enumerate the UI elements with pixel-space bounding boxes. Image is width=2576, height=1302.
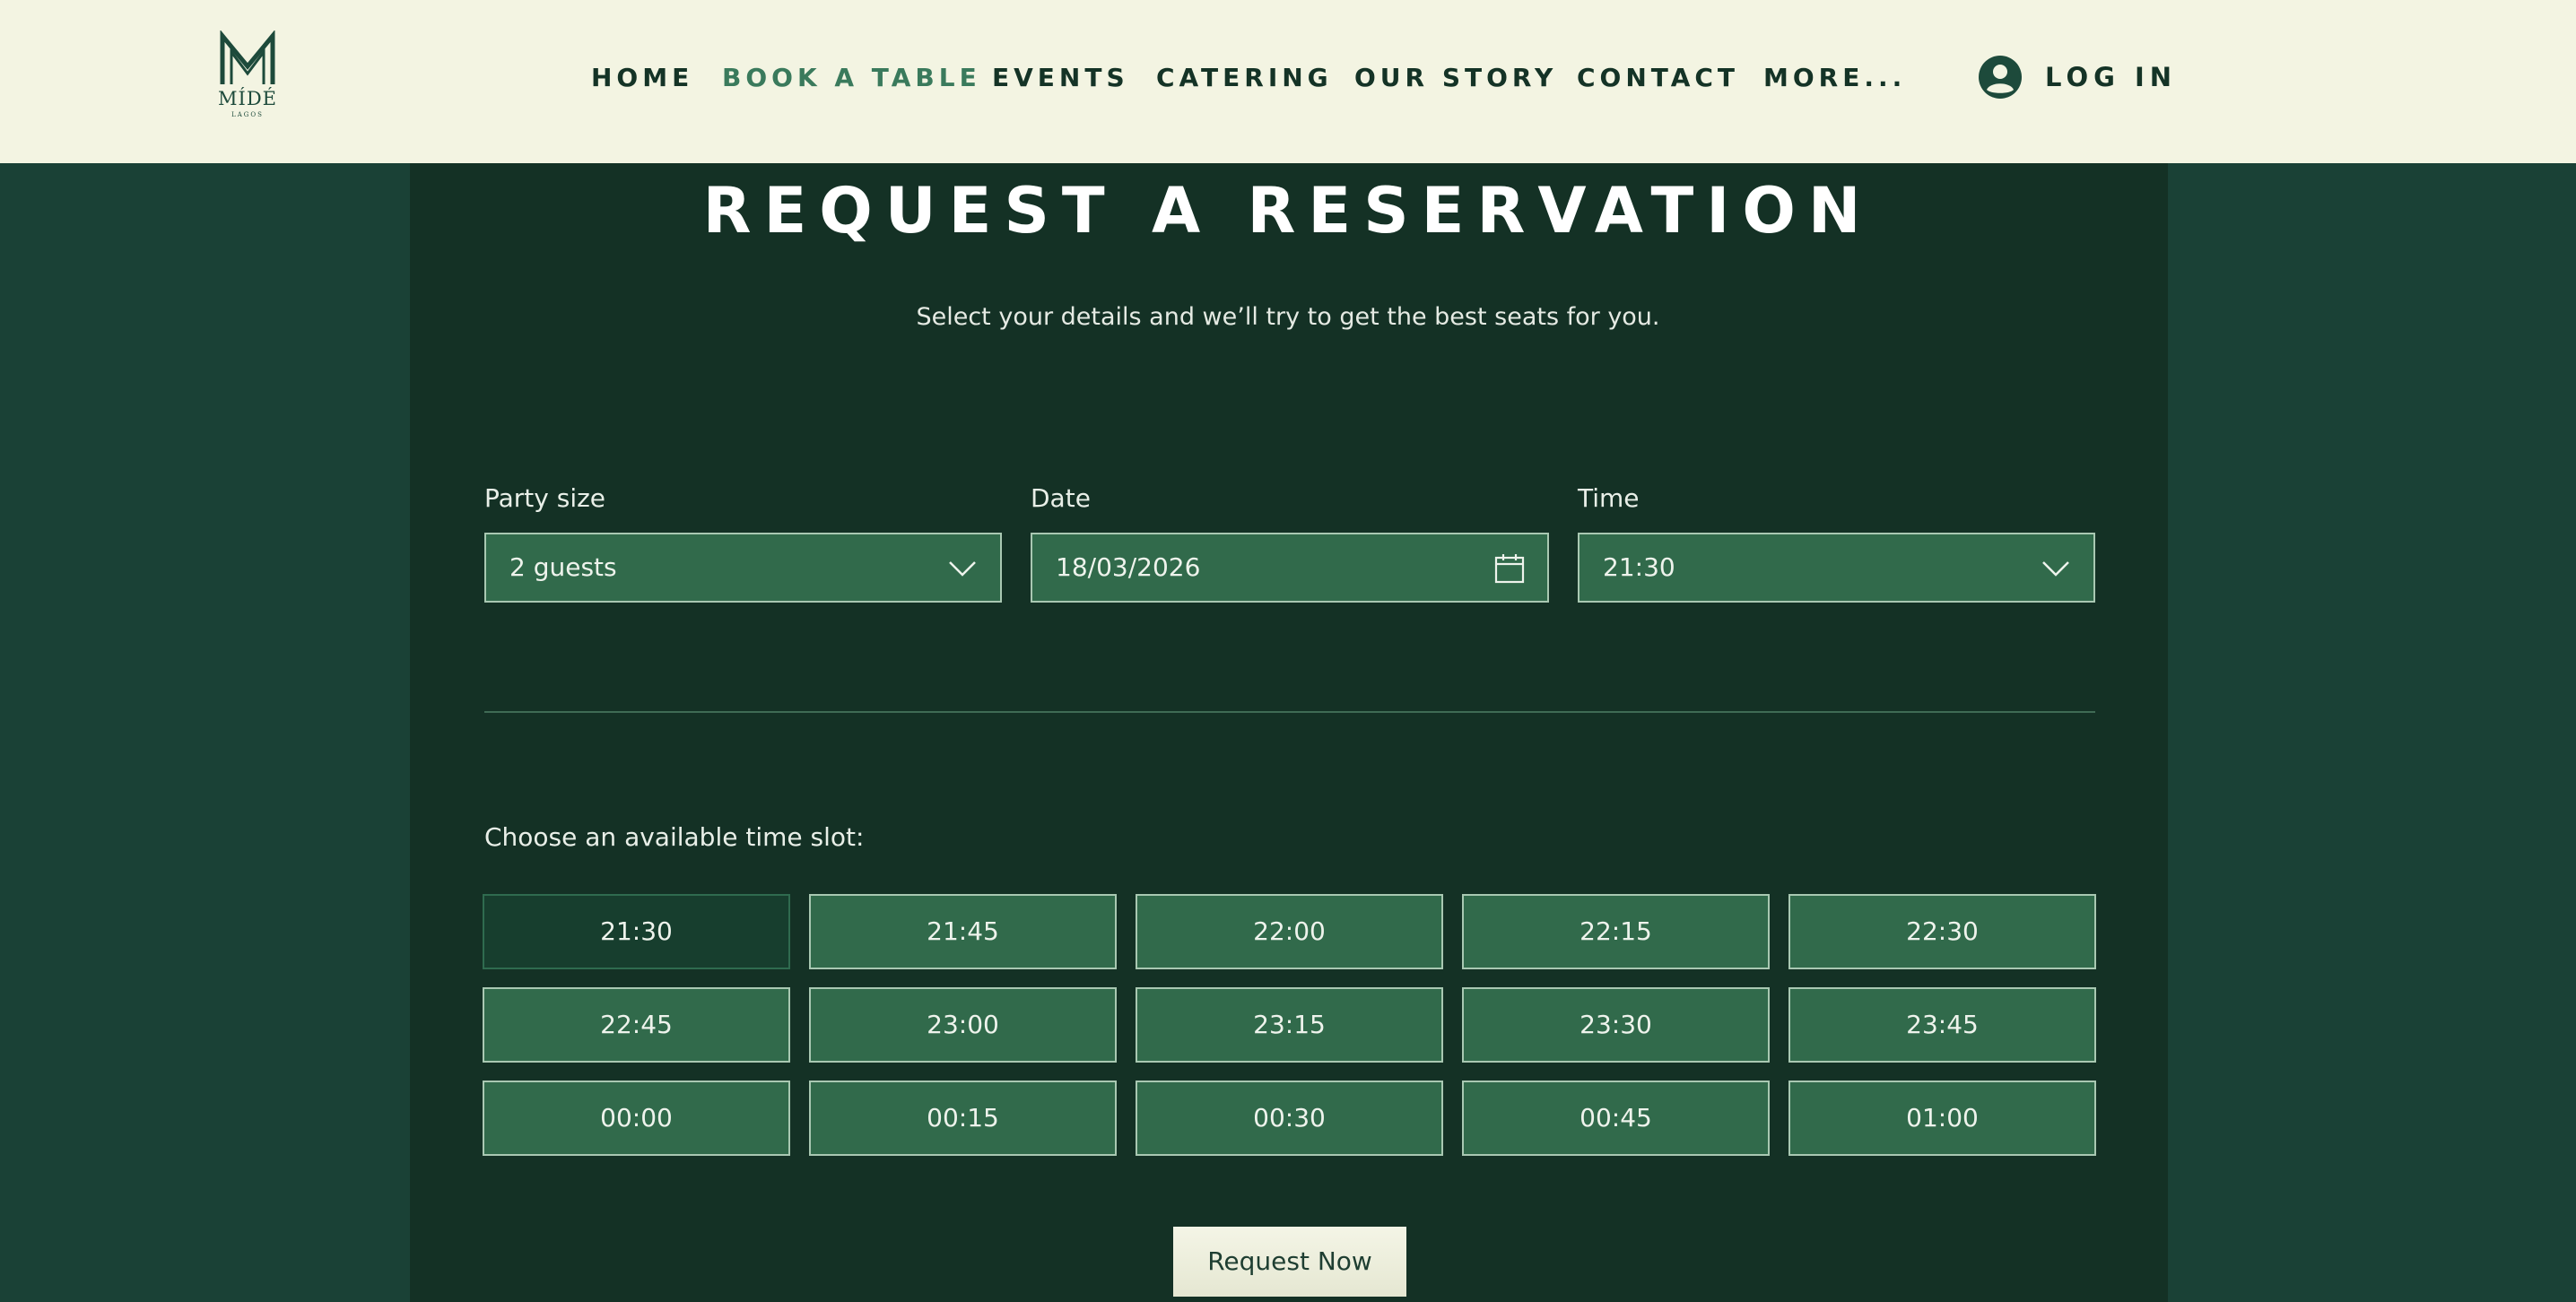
login-label: LOG IN xyxy=(2045,62,2178,92)
calendar-icon xyxy=(1492,551,1527,586)
time-slot-button[interactable]: 00:45 xyxy=(1462,1081,1770,1156)
nav-contact[interactable]: CONTACT xyxy=(1577,0,1739,154)
time-slot-button[interactable]: 00:00 xyxy=(483,1081,790,1156)
page-subtitle: Select your details and we’ll try to get… xyxy=(916,303,1660,331)
nav-catering[interactable]: CATERING xyxy=(1156,0,1333,154)
date-picker[interactable]: 18/03/2026 xyxy=(1031,533,1549,603)
date-label: Date xyxy=(1031,483,1091,513)
time-slot-prompt: Choose an available time slot: xyxy=(484,822,865,852)
party-size-label: Party size xyxy=(484,483,606,513)
nav-our-story[interactable]: OUR STORY xyxy=(1354,0,1557,154)
logo-subtitle: LAGOS xyxy=(231,111,264,118)
time-slot-button[interactable]: 21:30 xyxy=(483,894,790,969)
time-slot-button[interactable]: 21:45 xyxy=(809,894,1117,969)
time-slot-button[interactable]: 22:15 xyxy=(1462,894,1770,969)
divider xyxy=(484,711,2095,713)
time-slot-button[interactable]: 00:15 xyxy=(809,1081,1117,1156)
party-size-value: 2 guests xyxy=(509,552,617,582)
login-button[interactable]: LOG IN xyxy=(1979,54,2212,100)
time-slot-button[interactable]: 22:45 xyxy=(483,987,790,1063)
chevron-down-icon xyxy=(2038,551,2074,586)
logo-monogram-icon xyxy=(220,30,275,84)
nav-home[interactable]: HOME xyxy=(591,0,693,154)
time-slot-button[interactable]: 22:00 xyxy=(1136,894,1443,969)
time-value: 21:30 xyxy=(1603,552,1675,582)
chevron-down-icon xyxy=(944,551,980,586)
time-slot-button[interactable]: 23:45 xyxy=(1788,987,2096,1063)
page-title: REQUEST A RESERVATION xyxy=(702,174,1874,247)
nav-more[interactable]: MORE... xyxy=(1763,0,1906,154)
time-slot-button[interactable]: 01:00 xyxy=(1788,1081,2096,1156)
time-label: Time xyxy=(1578,483,1640,513)
nav-book-a-table[interactable]: BOOK A TABLE xyxy=(722,0,981,154)
time-select[interactable]: 21:30 xyxy=(1578,533,2095,603)
time-slot-button[interactable]: 23:30 xyxy=(1462,987,1770,1063)
logo[interactable]: MÍDÉ LAGOS xyxy=(215,30,280,118)
time-slot-button[interactable]: 22:30 xyxy=(1788,894,2096,969)
nav-events[interactable]: EVENTS xyxy=(992,0,1129,154)
request-now-button[interactable]: Request Now xyxy=(1173,1227,1406,1297)
logo-name: MÍDÉ xyxy=(218,88,277,109)
time-slot-button[interactable]: 00:30 xyxy=(1136,1081,1443,1156)
party-size-select[interactable]: 2 guests xyxy=(484,533,1002,603)
time-slot-button[interactable]: 23:00 xyxy=(809,987,1117,1063)
user-circle-icon xyxy=(1979,56,2022,99)
time-slot-button[interactable]: 23:15 xyxy=(1136,987,1443,1063)
date-value: 18/03/2026 xyxy=(1056,552,1201,582)
site-header: MÍDÉ LAGOS HOME BOOK A TABLE EVENTS CATE… xyxy=(0,0,2576,163)
